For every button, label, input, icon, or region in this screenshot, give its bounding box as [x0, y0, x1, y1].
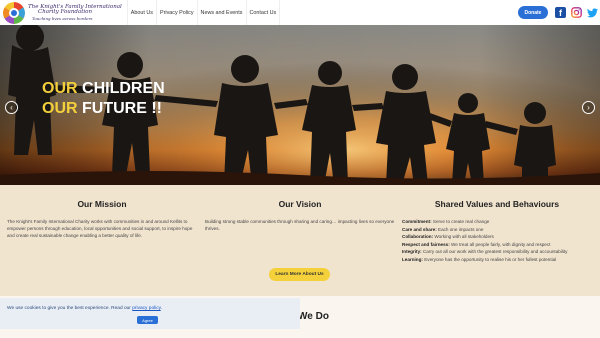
cookie-message: We use cookies to give you the best expe… — [7, 306, 162, 311]
hero-text-2: FUTURE !! — [77, 100, 162, 117]
hero-headline: OUR CHILDREN OUR FUTURE !! — [42, 79, 165, 119]
twitter-icon[interactable] — [587, 7, 598, 18]
learn-more-button[interactable]: Learn More About Us — [269, 268, 330, 281]
value-text: Everyone has the opportunity to realise … — [422, 256, 557, 262]
nav-divider — [279, 0, 281, 25]
nav-news-and-events[interactable]: News and Events — [198, 0, 246, 25]
vision-section: Our Vision Building strong stable commun… — [205, 199, 395, 232]
privacy-policy-link[interactable]: privacy policy — [132, 306, 160, 311]
value-text: We treat all people fairly, with dignity… — [449, 241, 551, 247]
main-nav: About Us Privacy Policy News and Events … — [126, 0, 281, 25]
value-item: Collaboration: Working with all stakehol… — [402, 233, 592, 241]
value-item: Respect and fairness: We treat all peopl… — [402, 241, 592, 249]
facebook-icon[interactable]: f — [555, 7, 566, 18]
logo-emblem-icon — [3, 1, 25, 24]
logo[interactable]: The Knight's Family International Charit… — [3, 0, 122, 25]
value-item: Learning: Everyone has the opportunity t… — [402, 256, 592, 264]
what-we-do-title: We Do — [298, 311, 329, 322]
value-text: Serve to create real change — [431, 219, 490, 224]
hero-highlight-2: OUR — [42, 100, 78, 117]
value-text: Working with all stakeholders — [433, 234, 494, 239]
value-item: Integrity: Carry out all our work with t… — [402, 248, 592, 256]
cookie-agree-button[interactable]: Agree — [137, 316, 158, 324]
mission-title: Our Mission — [77, 199, 127, 209]
vision-text: Building strong stable communities throu… — [205, 219, 395, 232]
value-label: Integrity: — [402, 249, 422, 254]
cookie-text: We use cookies to give you the best expe… — [7, 306, 133, 311]
hero-text-1: CHILDREN — [77, 80, 165, 97]
carousel-prev-button[interactable]: ‹ — [5, 101, 18, 114]
cookie-suffix: . — [160, 306, 163, 311]
cookie-banner: We use cookies to give you the best expe… — [0, 298, 300, 329]
value-label: Collaboration: — [402, 234, 434, 239]
nav-contact-us[interactable]: Contact Us — [247, 0, 280, 25]
nav-privacy-policy[interactable]: Privacy Policy — [157, 0, 197, 25]
logo-tagline: Touching lives across borders — [32, 15, 93, 21]
vision-title: Our Vision — [278, 199, 322, 209]
mission-section: Our Mission The Knight's Family Internat… — [7, 199, 197, 240]
value-label: Care and share: — [402, 226, 437, 232]
values-list: Commitment: Serve to create real change … — [402, 218, 592, 263]
hero-banner: OUR CHILDREN OUR FUTURE !! ‹ › — [0, 25, 600, 185]
instagram-icon[interactable] — [571, 7, 582, 18]
value-text: Carry out all our work with the greatest… — [421, 249, 568, 254]
mission-text: The Knight's Family International Charit… — [7, 219, 193, 239]
value-item: Care and share: Each one impacts one — [402, 226, 592, 234]
hero-headline-line-1: OUR CHILDREN — [42, 79, 165, 99]
value-text: Each one impacts one — [436, 226, 484, 232]
nav-about-us[interactable]: About Us — [128, 0, 156, 25]
logo-line-2: Charity Foundation — [38, 9, 93, 15]
logo-text: The Knight's Family International Charit… — [28, 4, 122, 21]
hero-highlight-1: OUR — [42, 80, 78, 97]
value-label: Commitment: — [402, 219, 432, 224]
values-title: Shared Values and Behaviours — [434, 199, 560, 209]
values-section: Shared Values and Behaviours Commitment:… — [402, 199, 592, 263]
site-header: The Knight's Family International Charit… — [0, 0, 600, 25]
value-label: Respect and fairness: — [402, 241, 450, 247]
donate-button[interactable]: Donate — [518, 6, 548, 19]
hero-headline-line-2: OUR FUTURE !! — [42, 99, 165, 119]
value-item: Commitment: Serve to create real change — [402, 218, 592, 226]
value-label: Learning: — [402, 256, 423, 262]
carousel-next-button[interactable]: › — [582, 101, 595, 114]
